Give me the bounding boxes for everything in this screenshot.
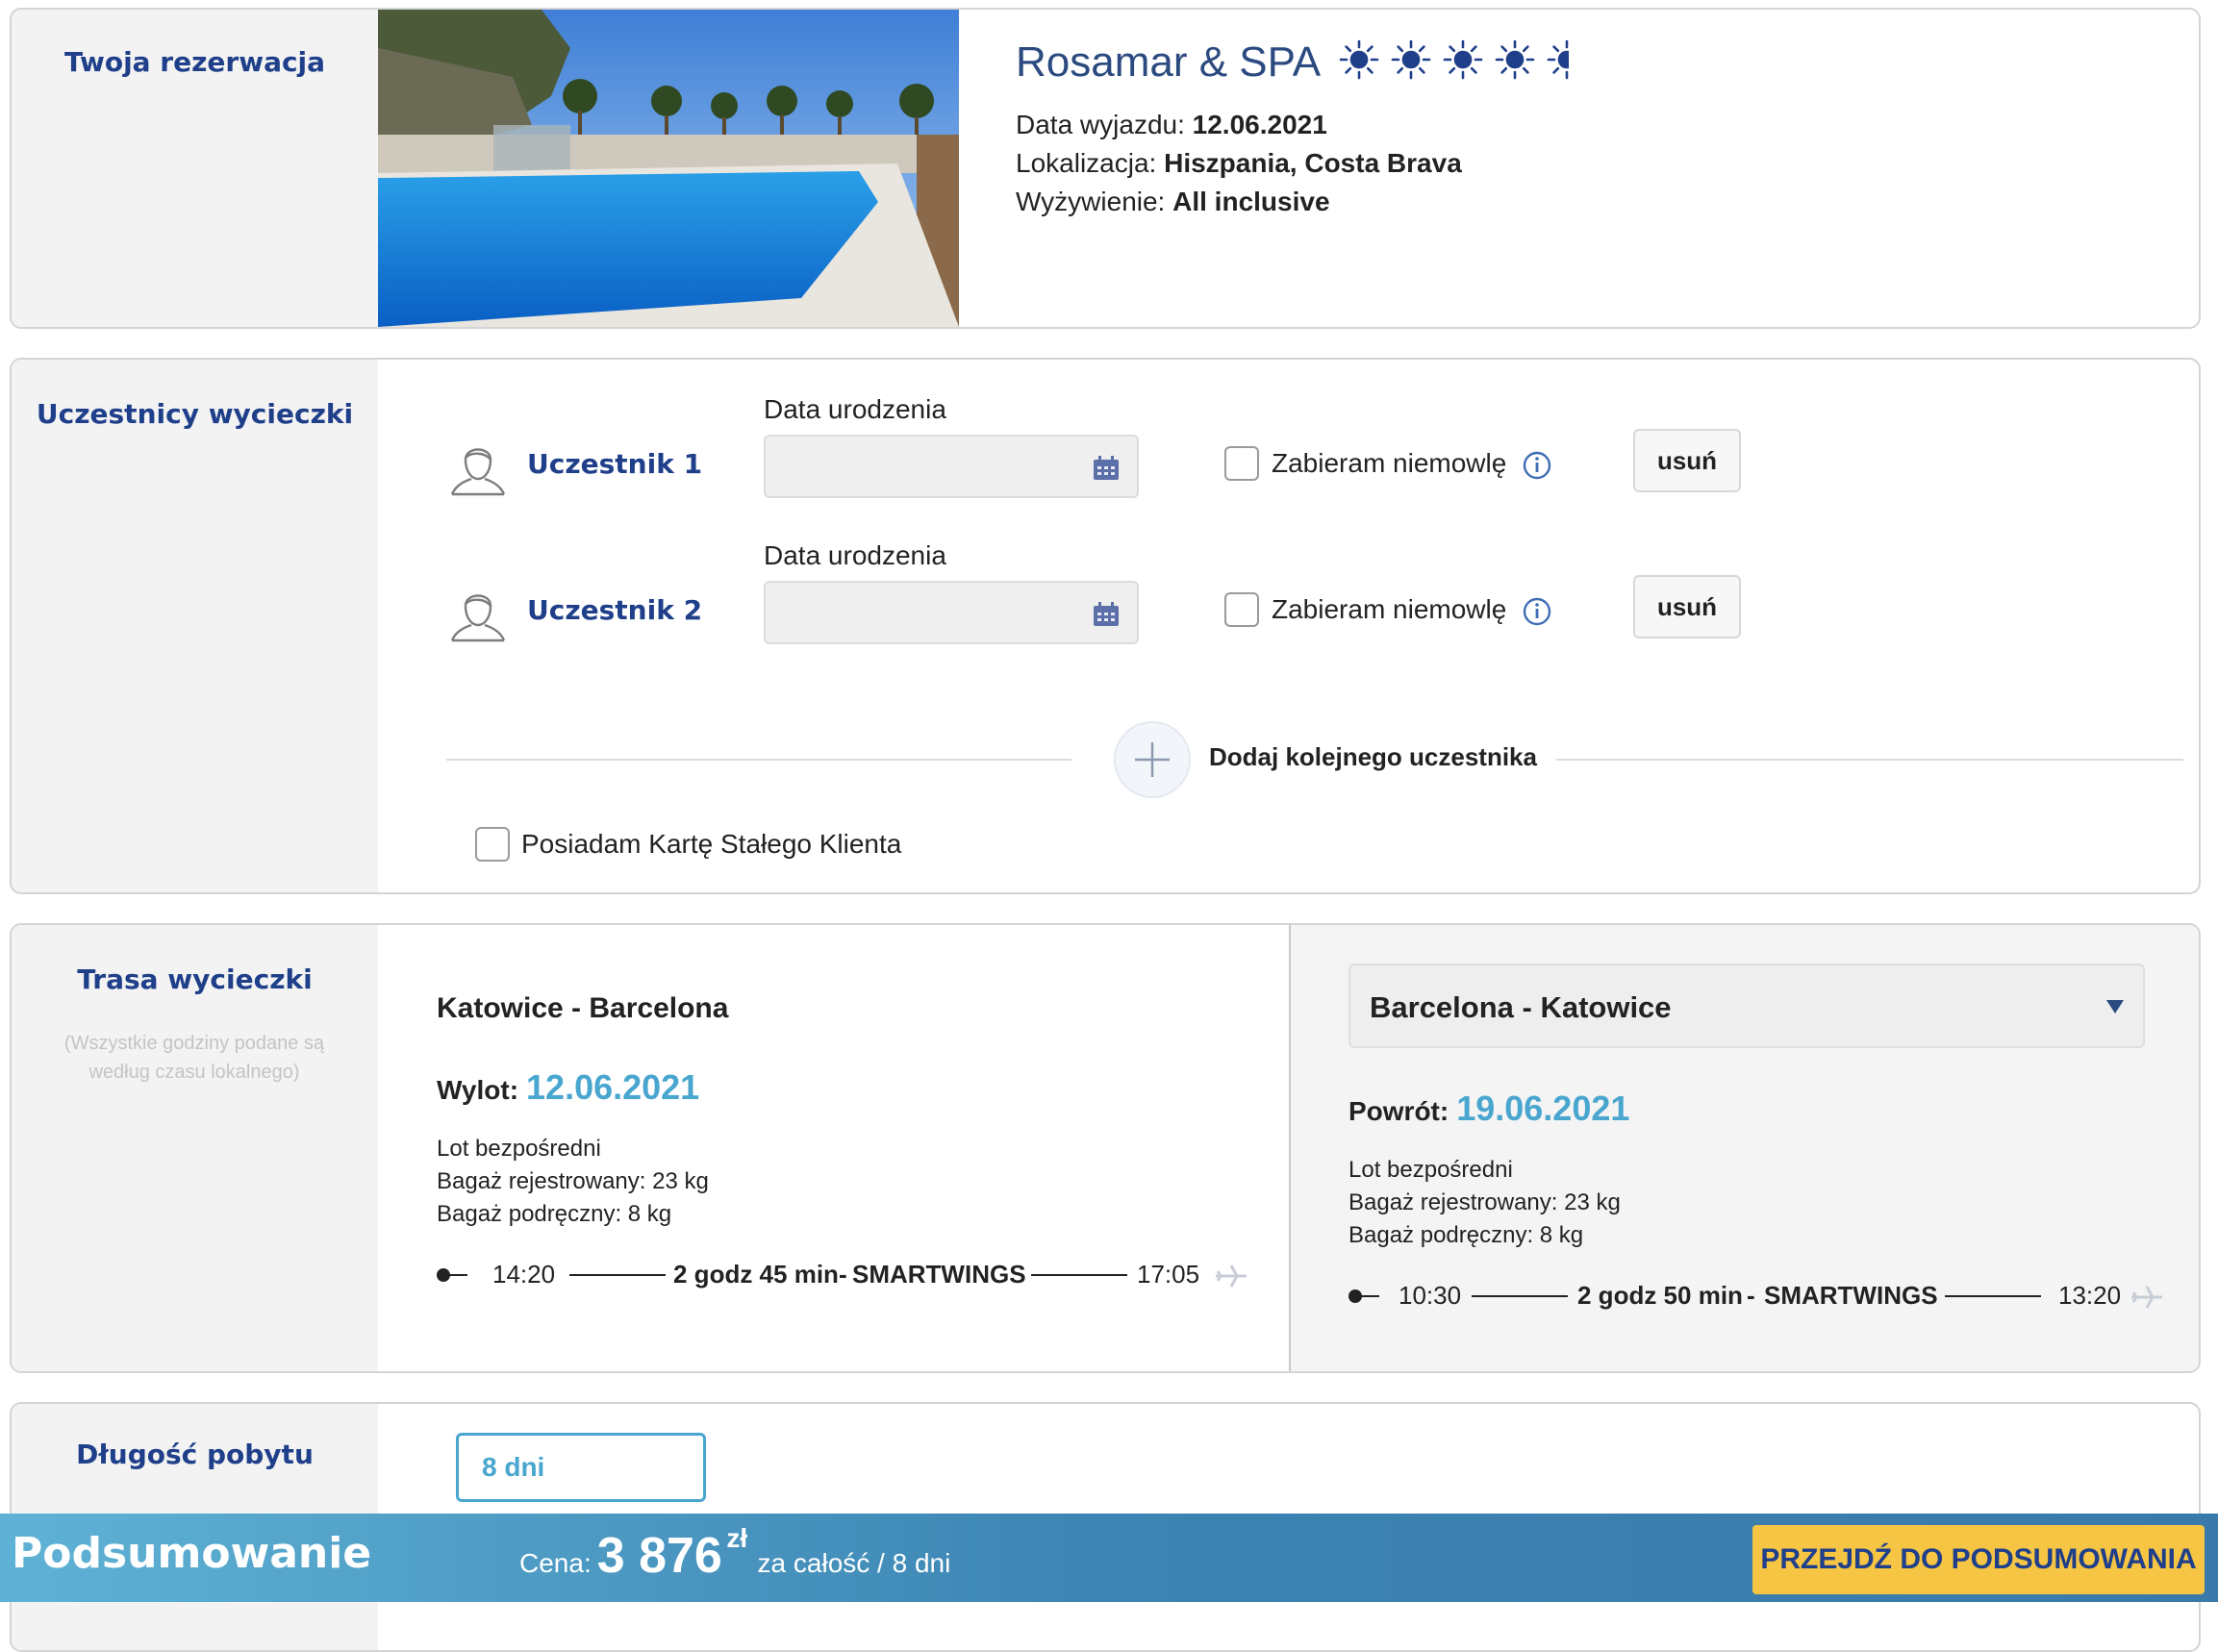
route-sidebar: Trasa wycieczki (Wszystkie godziny podan… xyxy=(12,925,378,1371)
return-hand-baggage: Bagaż podręczny: 8 kg xyxy=(1348,1222,1584,1248)
outbound-duration: 2 godz 45 min xyxy=(673,1260,839,1289)
timeline-line xyxy=(1945,1295,2041,1297)
route-time-note: (Wszystkie godziny podane są według czas… xyxy=(63,1033,325,1083)
reservation-sidebar: Twoja rezerwacja xyxy=(12,10,378,327)
departure-value: 12.06.2021 xyxy=(1192,110,1327,139)
outbound-date-value: 12.06.2021 xyxy=(526,1067,700,1107)
plus-icon xyxy=(1135,742,1170,777)
person-icon xyxy=(446,435,510,498)
location-line: Lokalizacja: Hiszpania, Costa Brava xyxy=(1016,148,1462,179)
departure-date-line: Data wyjazdu: 12.06.2021 xyxy=(1016,110,1327,140)
reservation-section-title: Twoja rezerwacja xyxy=(63,46,326,78)
return-flight-info: Lot bezpośredni Bagaż rejestrowany: 23 k… xyxy=(1348,1154,1621,1252)
divider xyxy=(1556,759,2183,761)
return-flight-type: Lot bezpośredni xyxy=(1348,1157,1513,1183)
hotel-name[interactable]: Rosamar & SPA xyxy=(1016,38,1587,91)
price-value: 3 876 xyxy=(596,1528,722,1584)
return-separator: - xyxy=(1747,1281,1755,1310)
calendar-icon[interactable] xyxy=(1093,602,1120,632)
outbound-date-label: Wylot: xyxy=(437,1075,519,1105)
return-duration: 2 godz 50 min xyxy=(1577,1281,1743,1310)
hotel-name-text: Rosamar & SPA xyxy=(1016,38,1319,87)
board-label: Wyżywienie: xyxy=(1016,187,1166,216)
calendar-icon[interactable] xyxy=(1093,456,1120,486)
participant-1-infant-label[interactable]: Zabieram niemowlę xyxy=(1272,448,1506,479)
participant-2-dob-input[interactable] xyxy=(764,581,1139,644)
location-label: Lokalizacja: xyxy=(1016,148,1157,178)
go-to-summary-button[interactable]: PRZEJDŹ DO PODSUMOWANIA xyxy=(1752,1525,2205,1594)
summary-title: Podsumowanie xyxy=(12,1529,372,1578)
return-route-select[interactable]: Barcelona - Katowice xyxy=(1348,964,2145,1048)
outbound-checked-baggage: Bagaż rejestrowany: 23 kg xyxy=(437,1168,709,1194)
timeline-line xyxy=(1031,1274,1127,1276)
departure-label: Data wyjazdu: xyxy=(1016,110,1185,139)
participant-2-infant-checkbox[interactable] xyxy=(1224,592,1259,627)
participants-card: Uczestnicy wycieczki Uczestnik 1 Data ur… xyxy=(10,358,2201,894)
outbound-carrier: SMARTWINGS xyxy=(852,1260,1026,1289)
stay-length-option[interactable]: 8 dni xyxy=(456,1433,706,1502)
return-carrier: SMARTWINGS xyxy=(1764,1281,1938,1310)
hotel-rating xyxy=(1338,38,1587,91)
board-line: Wyżywienie: All inclusive xyxy=(1016,187,1330,217)
timeline-line xyxy=(446,1274,467,1276)
return-date-label: Powrót: xyxy=(1348,1096,1449,1126)
price-line: Cena: 3 876 zł za całość / 8 dni xyxy=(519,1523,951,1585)
outbound-hand-baggage: Bagaż podręczny: 8 kg xyxy=(437,1201,672,1227)
return-date-row: Powrót: 19.06.2021 xyxy=(1348,1089,1629,1129)
outbound-departure-time: 14:20 xyxy=(492,1260,556,1289)
outbound-separator: - xyxy=(839,1260,847,1289)
outbound-flight-type: Lot bezpośredni xyxy=(437,1136,601,1162)
price-label: Cena: xyxy=(519,1548,592,1578)
participant-2-name: Uczestnik 2 xyxy=(527,594,703,626)
participant-1-dob-input[interactable] xyxy=(764,435,1139,498)
participant-2-remove-button[interactable]: usuń xyxy=(1633,575,1741,638)
board-value: All inclusive xyxy=(1172,187,1330,216)
participant-1-name: Uczestnik 1 xyxy=(527,448,703,480)
hotel-photo[interactable] xyxy=(378,10,959,327)
route-section-title: Trasa wycieczki xyxy=(77,964,313,995)
divider xyxy=(446,759,1071,761)
outbound-flight-info: Lot bezpośredni Bagaż rejestrowany: 23 k… xyxy=(437,1133,709,1231)
participant-2-dob-label: Data urodzenia xyxy=(764,540,946,570)
timeline-line xyxy=(1472,1295,1568,1297)
participants-section-title: Uczestnicy wycieczki xyxy=(36,398,354,430)
outbound-date-row: Wylot: 12.06.2021 xyxy=(437,1067,699,1108)
location-value: Hiszpania, Costa Brava xyxy=(1164,148,1462,178)
info-icon[interactable] xyxy=(1522,596,1552,627)
loyalty-card-label[interactable]: Posiadam Kartę Stałego Klienta xyxy=(521,829,901,860)
price-suffix: za całość / 8 dni xyxy=(757,1548,951,1578)
caret-down-icon xyxy=(2106,1000,2124,1014)
plane-icon xyxy=(1214,1262,1248,1297)
outbound-route-title: Katowice - Barcelona xyxy=(437,992,729,1024)
timeline-line xyxy=(1358,1295,1379,1297)
outbound-timeline: 14:20 2 godz 45 min - SMARTWINGS 17:05 xyxy=(437,1260,1264,1298)
add-participant-button[interactable] xyxy=(1114,721,1191,798)
price-currency: zł xyxy=(726,1523,748,1553)
participant-1-dob-label: Data urodzenia xyxy=(764,394,946,424)
return-route-value: Barcelona - Katowice xyxy=(1370,990,1672,1024)
return-flight-panel: Barcelona - Katowice Powrót: 19.06.2021 L… xyxy=(1289,925,2199,1371)
add-participant-label[interactable]: Dodaj kolejnego uczestnika xyxy=(1209,742,1537,772)
summary-bar: Podsumowanie Cena: 3 876 zł za całość / 8… xyxy=(0,1514,2218,1602)
return-departure-time: 10:30 xyxy=(1399,1281,1462,1310)
participant-1-remove-button[interactable]: usuń xyxy=(1633,429,1741,492)
loyalty-card-checkbox[interactable] xyxy=(475,827,510,862)
reservation-card: Twoja rezerwacja Rosamar & SPA Data wyja… xyxy=(10,8,2201,329)
route-card: Trasa wycieczki (Wszystkie godziny podan… xyxy=(10,923,2201,1373)
participant-1-infant-checkbox[interactable] xyxy=(1224,446,1259,481)
stay-length-section-title: Długość pobytu xyxy=(76,1439,314,1470)
outbound-arrival-time: 17:05 xyxy=(1137,1260,1200,1289)
return-timeline: 10:30 2 godz 50 min - SMARTWINGS 13:20 xyxy=(1348,1281,2195,1319)
timeline-line xyxy=(569,1274,666,1276)
return-arrival-time: 13:20 xyxy=(2058,1281,2122,1310)
participant-2-infant-label[interactable]: Zabieram niemowlę xyxy=(1272,594,1506,625)
return-checked-baggage: Bagaż rejestrowany: 23 kg xyxy=(1348,1189,1621,1215)
participants-sidebar: Uczestnicy wycieczki xyxy=(12,360,378,892)
person-icon xyxy=(446,581,510,644)
info-icon[interactable] xyxy=(1522,450,1552,481)
return-date-value: 19.06.2021 xyxy=(1456,1089,1630,1128)
plane-icon xyxy=(2130,1283,2164,1318)
